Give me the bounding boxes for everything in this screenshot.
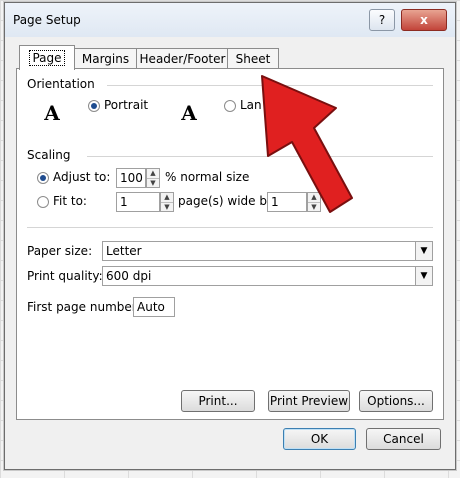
fit-to-label: Fit to: <box>53 194 87 208</box>
tab-panel-page: Orientation A Portrait A Lan Scaling Adj… <box>16 68 444 420</box>
pages-wide-label: page(s) wide by <box>178 194 275 208</box>
print-quality-label: Print quality: <box>27 269 103 283</box>
adjust-to-spinner[interactable]: ▲ ▼ <box>146 168 160 188</box>
page-setup-dialog: Page Setup ? x Page Margins Header/Foote… <box>4 2 456 470</box>
print-button[interactable]: Print... <box>181 390 255 412</box>
first-page-number-label: First page number: <box>27 300 141 314</box>
adjust-to-label: Adjust to: <box>53 170 111 184</box>
tab-page-label: Page <box>29 50 65 66</box>
adjust-to-radio[interactable] <box>37 172 49 184</box>
adjust-to-input[interactable]: 100 <box>116 168 146 188</box>
dialog-title: Page Setup <box>13 13 81 27</box>
landscape-icon: A <box>181 101 197 125</box>
adjust-to-suffix: % normal size <box>165 170 250 184</box>
paper-size-select[interactable]: Letter ▼ <box>102 241 433 261</box>
close-button[interactable]: x <box>401 9 447 31</box>
chevron-down-icon: ▼ <box>415 242 432 260</box>
scaling-divider <box>87 156 433 157</box>
scaling-label: Scaling <box>27 148 71 162</box>
title-bar: Page Setup ? x <box>5 3 455 37</box>
options-button[interactable]: Options... <box>359 390 433 412</box>
print-quality-value: 600 dpi <box>106 269 152 283</box>
chevron-down-icon: ▼ <box>415 267 432 285</box>
portrait-radio[interactable] <box>88 100 100 112</box>
paper-divider <box>27 227 433 228</box>
orientation-label: Orientation <box>27 77 95 91</box>
fit-pages-wide-spinner[interactable]: ▲ ▼ <box>160 192 174 212</box>
cancel-button[interactable]: Cancel <box>366 428 441 450</box>
landscape-radio[interactable] <box>224 100 236 112</box>
portrait-label: Portrait <box>104 98 149 112</box>
landscape-label: Lan <box>240 98 262 112</box>
fit-to-radio[interactable] <box>37 196 49 208</box>
paper-size-label: Paper size: <box>27 244 93 258</box>
ok-button[interactable]: OK <box>283 428 356 450</box>
help-button[interactable]: ? <box>369 9 395 31</box>
print-preview-button[interactable]: Print Preview <box>268 390 350 412</box>
orientation-divider <box>107 85 433 86</box>
fit-pages-tall-spinner[interactable]: ▲ ▼ <box>307 192 321 212</box>
tab-page[interactable]: Page <box>19 45 75 70</box>
print-quality-select[interactable]: 600 dpi ▼ <box>102 266 433 286</box>
fit-pages-tall-input[interactable]: 1 <box>267 192 307 212</box>
tab-header-footer[interactable]: Header/Footer <box>136 48 229 69</box>
tab-margins[interactable]: Margins <box>73 48 138 69</box>
paper-size-value: Letter <box>106 244 142 258</box>
fit-pages-wide-input[interactable]: 1 <box>116 192 160 212</box>
portrait-icon: A <box>44 101 60 125</box>
tab-sheet[interactable]: Sheet <box>227 48 279 69</box>
first-page-number-input[interactable]: Auto <box>133 297 175 317</box>
